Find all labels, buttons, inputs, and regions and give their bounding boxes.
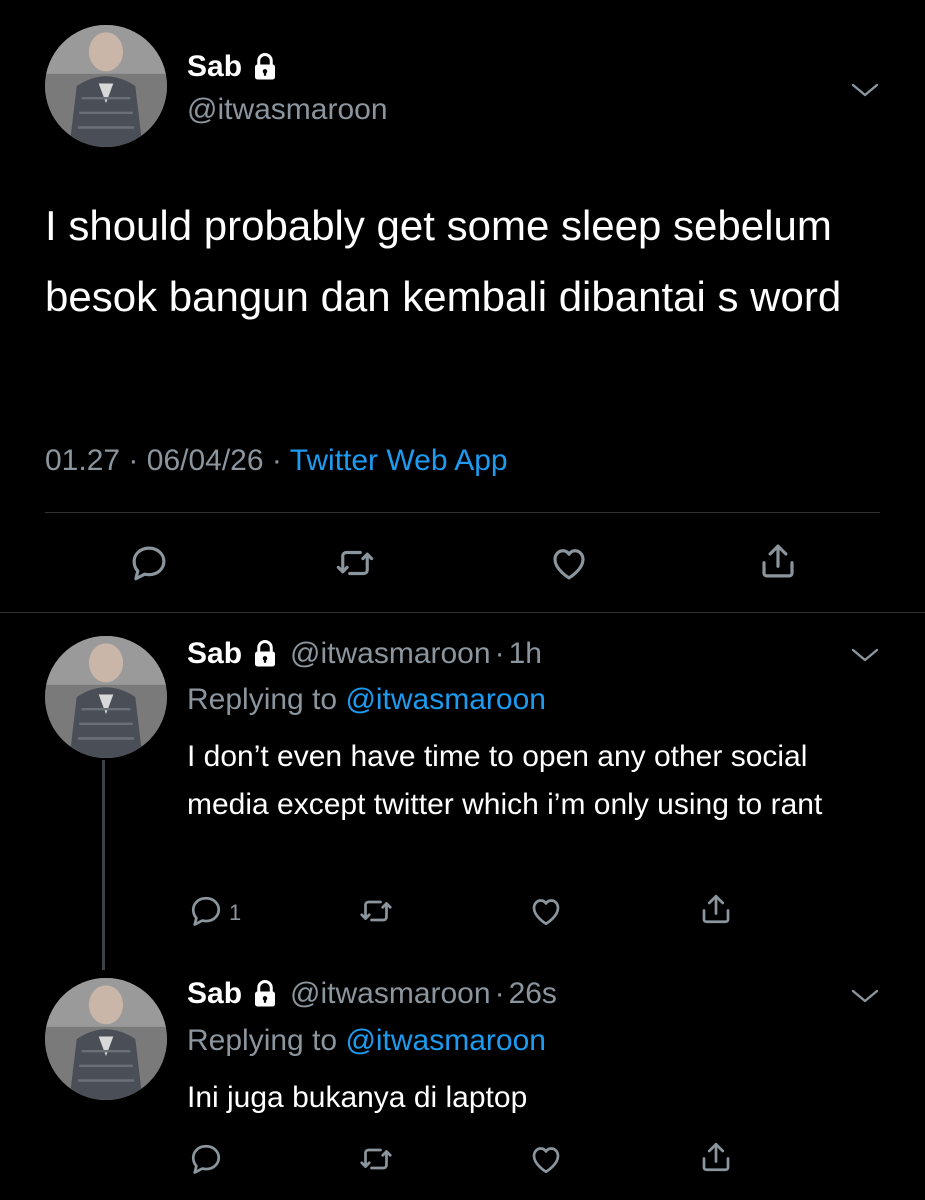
divider (0, 612, 925, 613)
meta-separator: · (271, 444, 282, 477)
like-icon (528, 1141, 564, 1177)
lock-icon (250, 979, 280, 1009)
replying-to-prefix: Replying to (187, 683, 338, 716)
share-button[interactable] (698, 891, 734, 927)
meta-separator: · (494, 637, 505, 670)
tweet-meta: 01.27 · 06/04/26 · Twitter Web App (45, 444, 508, 478)
replying-to-mention[interactable]: @itwasmaroon (345, 1024, 546, 1057)
replying-to: Replying to @itwasmaroon (187, 1024, 546, 1058)
share-button[interactable] (698, 1139, 734, 1175)
reply-count: 1 (229, 900, 242, 925)
display-name[interactable]: Sab (187, 637, 242, 671)
share-button[interactable] (757, 540, 799, 582)
handle[interactable]: @itwasmaroon (290, 977, 491, 1011)
chevron-down-icon[interactable] (850, 80, 880, 100)
share-icon (698, 1139, 734, 1175)
reply-button[interactable] (188, 1141, 224, 1177)
reply-icon (188, 1141, 224, 1177)
retweet-icon (334, 542, 376, 584)
retweet-button[interactable] (358, 1141, 394, 1177)
tweet-time: 01.27 (45, 444, 121, 477)
reply-icon (188, 893, 224, 929)
reply-header[interactable]: Sab @itwasmaroon · 1h (187, 637, 542, 671)
share-icon (757, 540, 799, 582)
display-name[interactable]: Sab (187, 977, 242, 1011)
retweet-icon (358, 1141, 394, 1177)
reply-icon (128, 542, 170, 584)
avatar[interactable] (45, 978, 167, 1100)
retweet-button[interactable] (358, 893, 394, 929)
meta-separator: · (494, 977, 505, 1010)
like-button[interactable] (548, 542, 590, 584)
reply-header[interactable]: Sab @itwasmaroon · 26s (187, 977, 557, 1011)
like-icon (528, 893, 564, 929)
replying-to-prefix: Replying to (187, 1024, 338, 1057)
reply-text: I don’t even have time to open any other… (187, 740, 823, 821)
avatar[interactable] (45, 636, 167, 758)
tweet-source-link[interactable]: Twitter Web App (290, 444, 508, 477)
share-icon (698, 891, 734, 927)
like-button[interactable] (528, 1141, 564, 1177)
lock-icon (250, 639, 280, 669)
avatar[interactable] (45, 25, 167, 147)
retweet-icon (358, 893, 394, 929)
meta-separator: · (128, 444, 139, 477)
reply-button[interactable] (188, 893, 224, 929)
reply-text: Ini juga bukanya di laptop (187, 1081, 528, 1114)
like-icon (548, 542, 590, 584)
reply-button[interactable] (128, 542, 170, 584)
tweet-date: 06/04/26 (146, 444, 264, 477)
replying-to: Replying to @itwasmaroon (187, 683, 546, 717)
reply-time[interactable]: 1h (509, 637, 542, 671)
display-name[interactable]: Sab (187, 50, 280, 84)
reply-time[interactable]: 26s (509, 977, 557, 1011)
handle[interactable]: @itwasmaroon (187, 93, 388, 127)
chevron-down-icon[interactable] (850, 645, 880, 665)
divider (45, 512, 880, 513)
thread-line (102, 760, 105, 970)
chevron-down-icon[interactable] (850, 986, 880, 1006)
retweet-button[interactable] (334, 542, 376, 584)
lock-icon (250, 52, 280, 82)
replying-to-mention[interactable]: @itwasmaroon (345, 683, 546, 716)
handle[interactable]: @itwasmaroon (290, 637, 491, 671)
like-button[interactable] (528, 893, 564, 929)
display-name-text: Sab (187, 50, 243, 83)
tweet-text: I should probably get some sleep sebelum… (45, 202, 842, 320)
